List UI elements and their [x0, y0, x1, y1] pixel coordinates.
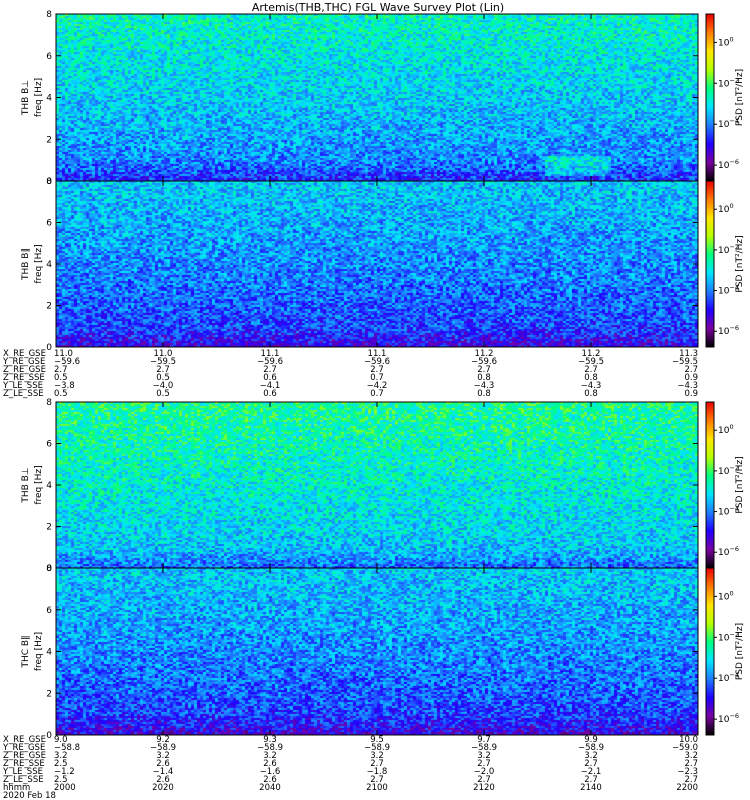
- ephemeris-value: 0.8: [584, 389, 598, 399]
- colorbar-tick-label: 10−6: [718, 712, 739, 725]
- y-tick-label: 4: [46, 94, 52, 104]
- y-tick-label: 0: [46, 343, 52, 353]
- y-tick-label: 4: [46, 481, 52, 491]
- colorbar-tick-label: 100: [718, 202, 734, 215]
- y-tick-label: 2: [46, 689, 52, 699]
- wave-survey-figure: Artemis(THB,THC) FGL Wave Survey Plot (L…: [2, 1, 745, 800]
- y-tick-label: 8: [46, 398, 52, 408]
- time-tick-label: 2000: [54, 783, 76, 793]
- colorbar-tick-label: 100: [718, 589, 734, 602]
- ephemeris-value: 0.8: [477, 389, 491, 399]
- time-tick-label: 2120: [473, 783, 495, 793]
- colorbar-tick-label: 10−6: [718, 545, 739, 558]
- spectrogram-image: [56, 181, 698, 347]
- colorbar-tick-label: 100: [718, 423, 734, 436]
- spectrogram-image: [56, 568, 698, 735]
- ephemeris-value: 0.6: [263, 389, 277, 399]
- spectrogram-image: [56, 402, 698, 568]
- ephemeris-value: 0.5: [54, 389, 68, 399]
- y-tick-label: 2: [46, 523, 52, 533]
- ephemeris-value: 0.5: [156, 389, 170, 399]
- y-tick-label: 6: [46, 440, 52, 450]
- y-axis-label: freq [Hz]: [34, 632, 44, 671]
- y-axis-label: freq [Hz]: [34, 465, 44, 504]
- y-axis-label: freq [Hz]: [34, 78, 44, 117]
- y-tick-label: 8: [46, 564, 52, 574]
- time-tick-label: 2200: [676, 783, 698, 793]
- colorbar-tick-label: 100: [718, 35, 734, 48]
- y-tick-label: 4: [46, 648, 52, 658]
- time-tick-label: 2020: [152, 783, 174, 793]
- ephemeris-row-name: Z_LE_SSE: [3, 389, 44, 399]
- colorbar-label: PSD [nT²/Hz]: [735, 235, 745, 292]
- y-tick-label: 4: [46, 260, 52, 270]
- y-tick-label: 8: [46, 10, 52, 20]
- panel-label: THB B⊥: [21, 467, 31, 503]
- colorbar-label: PSD [nT²/Hz]: [735, 69, 745, 126]
- y-tick-label: 2: [46, 302, 52, 312]
- ephemeris-value: 0.9: [684, 389, 698, 399]
- time-tick-label: 2100: [366, 783, 388, 793]
- colorbar-tick-label: 10−6: [718, 158, 739, 171]
- colorbar: [705, 401, 715, 569]
- panel-label: THB B⊥: [21, 80, 31, 116]
- y-tick-label: 0: [46, 731, 52, 741]
- y-tick-label: 2: [46, 135, 52, 145]
- panel-label: THC B∥: [21, 635, 31, 668]
- y-axis-label: freq [Hz]: [34, 244, 44, 283]
- spectrogram-image: [56, 14, 698, 181]
- colorbar: [705, 180, 715, 348]
- colorbar: [705, 13, 715, 182]
- colorbar-tick-label: 10−6: [718, 324, 739, 337]
- y-tick-label: 6: [46, 606, 52, 616]
- colorbar-label: PSD [nT²/Hz]: [735, 456, 745, 513]
- colorbar: [705, 567, 715, 736]
- ephemeris-value: 0.7: [370, 389, 384, 399]
- plot-layer: 02468THB B⊥ freq [Hz]10010−210−410−6PSD […: [2, 10, 745, 800]
- colorbar-label: PSD [nT²/Hz]: [735, 623, 745, 680]
- y-tick-label: 8: [46, 177, 52, 187]
- y-tick-label: 6: [46, 52, 52, 62]
- y-tick-label: 6: [46, 219, 52, 229]
- date-label: 2020 Feb 18: [3, 791, 56, 800]
- time-tick-label: 2040: [259, 783, 281, 793]
- time-tick-label: 2140: [580, 783, 602, 793]
- panel-label: THB B∥: [21, 248, 31, 281]
- chart-title: Artemis(THB,THC) FGL Wave Survey Plot (L…: [252, 1, 504, 14]
